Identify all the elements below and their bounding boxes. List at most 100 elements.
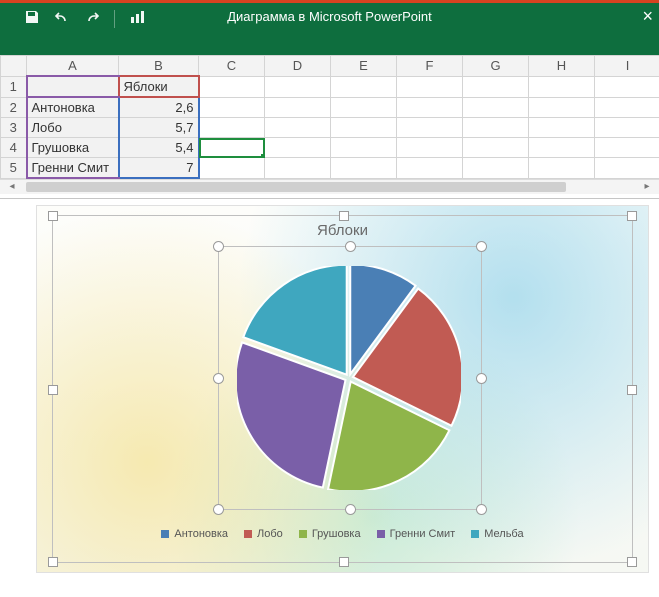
row-header[interactable]: 4 bbox=[1, 138, 27, 158]
cell[interactable] bbox=[331, 138, 397, 158]
cell[interactable]: Грушовка bbox=[27, 138, 119, 158]
cell[interactable] bbox=[529, 97, 595, 118]
cell[interactable] bbox=[199, 118, 265, 138]
resize-handle[interactable] bbox=[345, 241, 356, 252]
row[interactable]: 4 Грушовка 5,4 bbox=[1, 138, 659, 158]
cell[interactable]: Лобо bbox=[27, 118, 119, 138]
row[interactable]: 1 Яблоки bbox=[1, 76, 659, 97]
chart-legend[interactable]: Антоновка Лобо Грушовка Гренни Смит Мельба bbox=[53, 528, 632, 540]
cell[interactable] bbox=[397, 118, 463, 138]
resize-handle[interactable] bbox=[339, 557, 349, 567]
resize-handle[interactable] bbox=[48, 211, 58, 221]
cell[interactable] bbox=[463, 158, 529, 179]
select-all-cell[interactable] bbox=[1, 56, 27, 77]
row-header[interactable]: 2 bbox=[1, 97, 27, 118]
resize-handle[interactable] bbox=[627, 211, 637, 221]
legend-item[interactable]: Мельба bbox=[471, 528, 523, 540]
cell[interactable] bbox=[265, 138, 331, 158]
scroll-left-icon[interactable]: ◂ bbox=[6, 181, 18, 193]
cell[interactable] bbox=[595, 97, 659, 118]
cell[interactable] bbox=[331, 76, 397, 97]
row-header[interactable]: 5 bbox=[1, 158, 27, 179]
spreadsheet[interactable]: A B C D E F G H I 1 Яблоки 2 Антоновка 2… bbox=[0, 55, 659, 199]
resize-handle[interactable] bbox=[627, 557, 637, 567]
cell[interactable] bbox=[265, 97, 331, 118]
resize-handle[interactable] bbox=[627, 385, 637, 395]
cell[interactable] bbox=[265, 118, 331, 138]
col-header[interactable]: C bbox=[199, 56, 265, 77]
col-header[interactable]: I bbox=[595, 56, 659, 77]
chart-title[interactable]: Яблоки bbox=[53, 222, 632, 239]
resize-handle[interactable] bbox=[476, 241, 487, 252]
legend-item[interactable]: Гренни Смит bbox=[377, 528, 456, 540]
row-header[interactable]: 1 bbox=[1, 76, 27, 97]
resize-handle[interactable] bbox=[476, 373, 487, 384]
resize-handle[interactable] bbox=[339, 211, 349, 221]
cell[interactable] bbox=[265, 76, 331, 97]
cell[interactable] bbox=[595, 118, 659, 138]
cell[interactable] bbox=[397, 138, 463, 158]
cell[interactable] bbox=[595, 76, 659, 97]
cell[interactable] bbox=[331, 118, 397, 138]
cell[interactable] bbox=[463, 97, 529, 118]
cell[interactable] bbox=[199, 97, 265, 118]
cell[interactable] bbox=[463, 118, 529, 138]
close-icon[interactable]: × bbox=[642, 7, 653, 25]
horizontal-scrollbar[interactable]: ◂ ▸ bbox=[0, 179, 659, 194]
cell[interactable] bbox=[529, 118, 595, 138]
cell[interactable] bbox=[595, 158, 659, 179]
col-header[interactable]: D bbox=[265, 56, 331, 77]
cell[interactable] bbox=[463, 138, 529, 158]
cell[interactable] bbox=[199, 158, 265, 179]
cell[interactable] bbox=[529, 138, 595, 158]
cell[interactable]: Антоновка bbox=[27, 97, 119, 118]
resize-handle[interactable] bbox=[345, 504, 356, 515]
cell[interactable] bbox=[265, 158, 331, 179]
row[interactable]: 3 Лобо 5,7 bbox=[1, 118, 659, 138]
resize-handle[interactable] bbox=[476, 504, 487, 515]
cell[interactable]: Яблоки bbox=[119, 76, 199, 97]
legend-swatch bbox=[244, 530, 252, 538]
cell[interactable]: 5,7 bbox=[119, 118, 199, 138]
cell[interactable] bbox=[331, 158, 397, 179]
cell[interactable] bbox=[199, 76, 265, 97]
cell[interactable] bbox=[595, 138, 659, 158]
legend-swatch bbox=[161, 530, 169, 538]
row-header[interactable]: 3 bbox=[1, 118, 27, 138]
cell[interactable] bbox=[331, 97, 397, 118]
cell[interactable]: 2,6 bbox=[119, 97, 199, 118]
cell[interactable] bbox=[529, 158, 595, 179]
scroll-right-icon[interactable]: ▸ bbox=[641, 181, 653, 193]
cell[interactable] bbox=[397, 158, 463, 179]
cell[interactable]: 5,4 bbox=[119, 138, 199, 158]
legend-item[interactable]: Грушовка bbox=[299, 528, 361, 540]
legend-swatch bbox=[471, 530, 479, 538]
active-cell[interactable] bbox=[199, 138, 265, 158]
row[interactable]: 5 Гренни Смит 7 bbox=[1, 158, 659, 179]
resize-handle[interactable] bbox=[48, 557, 58, 567]
legend-item[interactable]: Антоновка bbox=[161, 528, 228, 540]
col-header[interactable]: H bbox=[529, 56, 595, 77]
col-header[interactable]: F bbox=[397, 56, 463, 77]
pie-chart[interactable] bbox=[237, 266, 461, 490]
resize-handle[interactable] bbox=[48, 385, 58, 395]
col-header[interactable]: A bbox=[27, 56, 119, 77]
scroll-thumb[interactable] bbox=[26, 182, 566, 192]
col-header[interactable]: E bbox=[331, 56, 397, 77]
cell[interactable] bbox=[529, 76, 595, 97]
cell[interactable] bbox=[27, 76, 119, 97]
col-header[interactable]: G bbox=[463, 56, 529, 77]
resize-handle[interactable] bbox=[213, 504, 224, 515]
cell[interactable]: 7 bbox=[119, 158, 199, 179]
legend-item[interactable]: Лобо bbox=[244, 528, 283, 540]
resize-handle[interactable] bbox=[213, 241, 224, 252]
col-header[interactable]: B bbox=[119, 56, 199, 77]
cell[interactable]: Гренни Смит bbox=[27, 158, 119, 179]
chart-object-frame[interactable]: Яблоки Антоновка Лобо Грушовка Гренни Смит М… bbox=[52, 215, 633, 563]
grid[interactable]: A B C D E F G H I 1 Яблоки 2 Антоновка 2… bbox=[0, 55, 659, 179]
cell[interactable] bbox=[397, 97, 463, 118]
resize-handle[interactable] bbox=[213, 373, 224, 384]
cell[interactable] bbox=[397, 76, 463, 97]
cell[interactable] bbox=[463, 76, 529, 97]
row[interactable]: 2 Антоновка 2,6 bbox=[1, 97, 659, 118]
